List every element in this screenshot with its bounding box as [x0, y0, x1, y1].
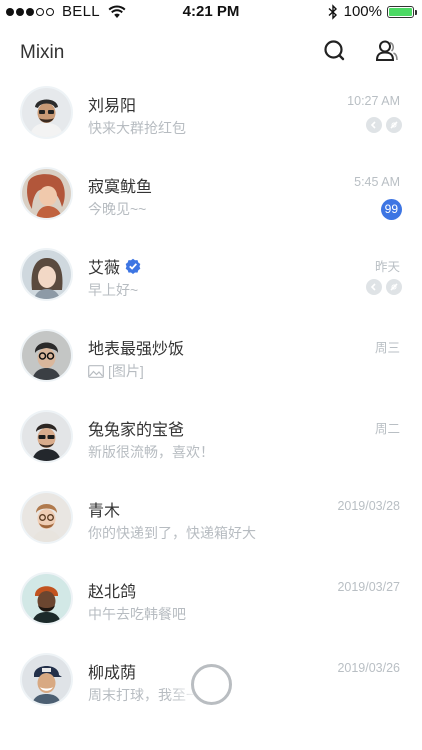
mute-icon: [386, 117, 402, 133]
chat-name: 柳成荫: [88, 659, 136, 683]
avatar-image: [22, 493, 71, 542]
left-arrow-icon: [366, 117, 382, 133]
avatar: [20, 572, 73, 625]
muted-indicators: [362, 279, 402, 295]
avatar-image: [22, 169, 71, 218]
chat-time: 2019/03/28: [337, 499, 400, 513]
app-header: Mixin: [0, 24, 422, 80]
chat-name-text: 艾薇: [88, 260, 121, 277]
chat-name-text: 赵北鸽: [88, 584, 137, 601]
unread-badge: 99: [380, 199, 402, 220]
chat-name: 艾薇: [88, 254, 141, 278]
chat-name-text: 兔兔家的宝爸: [88, 422, 185, 439]
chat-name-text: 地表最强炒饭: [88, 341, 185, 358]
status-bar: BELL 4:21 PM 100%: [0, 0, 422, 24]
chat-time: 2019/03/26: [337, 661, 400, 675]
left-arrow-icon: [366, 279, 382, 295]
chat-row[interactable]: 艾薇 昨天 早上好~: [0, 242, 422, 323]
chat-row[interactable]: 地表最强炒饭 周三 [图片]: [0, 323, 422, 404]
bluetooth-icon: [328, 3, 337, 20]
avatar: [20, 86, 73, 139]
avatar: [20, 491, 73, 544]
battery-percent: 100%: [343, 3, 382, 20]
verified-icon: [125, 258, 141, 274]
search-icon[interactable]: [322, 38, 348, 64]
chat-preview: 你的快递到了，快递箱好大: [88, 525, 256, 541]
avatar-image: [22, 250, 71, 299]
battery-icon: [387, 5, 417, 18]
app-title: Mixin: [20, 42, 65, 63]
chat-row[interactable]: 赵北鸽 2019/03/27 中午去吃韩餐吧: [0, 566, 422, 647]
chat-preview: 早上好~: [88, 282, 139, 298]
chat-preview: [图片]: [88, 361, 144, 381]
battery-fill: [389, 7, 412, 16]
chat-time: 昨天: [374, 260, 400, 274]
avatar: [20, 248, 73, 301]
avatar: [20, 653, 73, 706]
chat-name-text: 柳成荫: [88, 665, 137, 682]
chat-name: 刘易阳: [88, 92, 136, 116]
chat-row[interactable]: 刘易阳 10:27 AM 快来大群抢红包: [0, 80, 422, 161]
avatar-image: [22, 331, 71, 380]
chat-time: 2019/03/27: [337, 580, 400, 594]
chat-name: 寂寞鱿鱼: [88, 173, 152, 197]
chat-preview: 快来大群抢红包: [88, 120, 186, 136]
contacts-icon[interactable]: [374, 38, 400, 64]
avatar-image: [22, 412, 71, 461]
avatar-image: [22, 574, 71, 623]
chat-name-text: 刘易阳: [88, 98, 137, 115]
battery-tip: [415, 9, 417, 15]
chat-row[interactable]: 寂寞鱿鱼 5:45 AM 今晚见~~ 99: [0, 161, 422, 242]
chat-preview-text: [图片]: [108, 363, 144, 379]
avatar: [20, 167, 73, 220]
chat-name-text: 寂寞鱿鱼: [88, 179, 153, 196]
status-right: 100%: [328, 3, 417, 20]
chat-time: 10:27 AM: [347, 94, 400, 108]
chat-row[interactable]: 兔兔家的宝爸 周二 新版很流畅，喜欢！: [0, 404, 422, 485]
chat-name: 青木: [88, 497, 120, 521]
image-icon: [88, 364, 104, 378]
chat-name: 赵北鸽: [88, 578, 136, 602]
chat-row[interactable]: 青木 2019/03/28 你的快递到了，快递箱好大: [0, 485, 422, 566]
chat-name: 地表最强炒饭: [88, 335, 184, 359]
floating-action-button[interactable]: [191, 664, 232, 705]
chat-name-text: 青木: [88, 503, 121, 520]
chat-preview: 今晚见~~: [88, 201, 147, 217]
chat-name: 兔兔家的宝爸: [88, 416, 184, 440]
chat-time: 周三: [374, 341, 400, 355]
chat-time: 周二: [374, 422, 400, 436]
avatar: [20, 329, 73, 382]
mute-icon: [386, 279, 402, 295]
chat-preview: 新版很流畅，喜欢！: [88, 444, 214, 460]
avatar-image: [22, 88, 71, 137]
muted-indicators: [362, 117, 402, 133]
avatar: [20, 410, 73, 463]
chat-preview: 中午去吃韩餐吧: [88, 606, 186, 622]
chat-time: 5:45 AM: [354, 175, 400, 189]
avatar-image: [22, 655, 71, 704]
